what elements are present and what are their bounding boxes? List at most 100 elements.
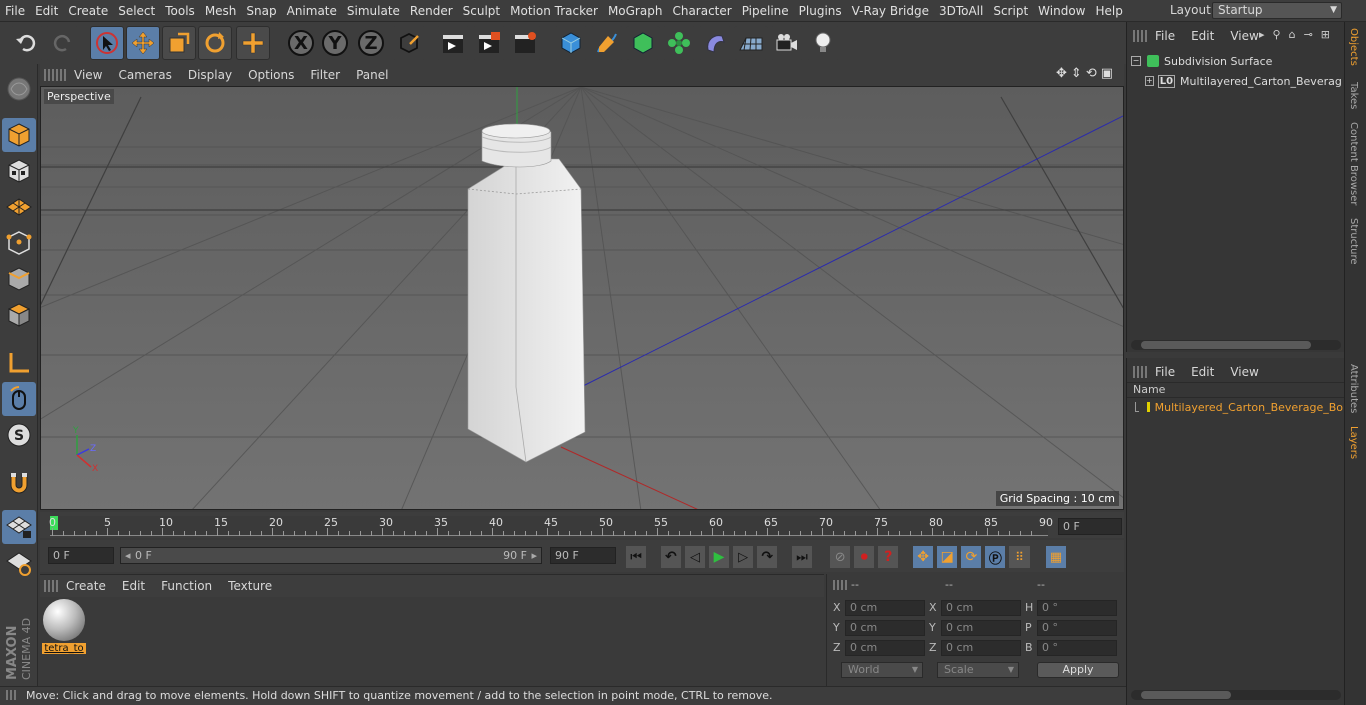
coord-value-field[interactable]: 0 cm — [941, 620, 1021, 636]
key-point-level-button[interactable]: ⠿ — [1009, 546, 1030, 568]
arrow-right-icon[interactable]: ▸ — [1259, 28, 1265, 41]
record-keys-button[interactable]: ⊘ — [830, 546, 851, 568]
material-menu-function[interactable]: Function — [153, 579, 220, 593]
menu-item-mograph[interactable]: MoGraph — [603, 4, 668, 18]
object-row-carton[interactable]: + L0 Multilayered_Carton_Beverage_B — [1145, 72, 1341, 90]
object-horizontal-scrollbar[interactable] — [1131, 340, 1341, 350]
render-settings-button[interactable] — [508, 26, 542, 60]
key-parameter-button[interactable]: Ⓟ — [985, 546, 1006, 568]
menu-item-tools[interactable]: Tools — [160, 4, 200, 18]
x-axis-lock-button[interactable]: X — [284, 26, 318, 60]
coord-value-field[interactable]: 0 ° — [1037, 600, 1117, 616]
maximize-icon[interactable]: ▣ — [1101, 66, 1113, 84]
object-row-subdivision[interactable]: − Subdivision Surface — [1131, 52, 1341, 70]
menu-item-character[interactable]: Character — [667, 4, 736, 18]
y-axis-lock-button[interactable]: Y — [318, 26, 352, 60]
rotate-tool-button[interactable] — [198, 26, 232, 60]
camera-button[interactable] — [770, 26, 804, 60]
menu-item-select[interactable]: Select — [113, 4, 160, 18]
menu-item-plugins[interactable]: Plugins — [794, 4, 847, 18]
layer-horizontal-scrollbar[interactable] — [1131, 690, 1341, 700]
menu-item-window[interactable]: Window — [1033, 4, 1090, 18]
edges-mode-button[interactable] — [2, 262, 36, 296]
viewport-menu-cameras[interactable]: Cameras — [110, 68, 179, 82]
timeline-window-button[interactable]: ▦ — [1045, 546, 1067, 568]
orbit-icon[interactable]: ⟲ — [1086, 66, 1097, 84]
polygons-mode-button[interactable] — [2, 298, 36, 332]
search-icon[interactable]: ⚲ — [1273, 28, 1281, 41]
side-tab-structure[interactable]: Structure — [1348, 218, 1359, 265]
coord-mode-select[interactable]: World ▼ — [841, 662, 923, 678]
z-axis-lock-button[interactable]: Z — [354, 26, 388, 60]
material-menu-edit[interactable]: Edit — [114, 579, 153, 593]
locked-workplane-button[interactable] — [2, 510, 36, 544]
points-mode-button[interactable] — [2, 226, 36, 260]
menu-item-edit[interactable]: Edit — [30, 4, 63, 18]
menu-item-3dtoall[interactable]: 3DToAll — [934, 4, 988, 18]
coord-value-field[interactable]: 0 cm — [845, 620, 925, 636]
layer-color-swatch[interactable] — [1146, 402, 1150, 412]
coord-value-field[interactable]: 0 cm — [941, 640, 1021, 656]
expand-icon[interactable]: ⊞ — [1321, 28, 1330, 41]
next-key-button[interactable]: ↷ — [757, 546, 778, 568]
end-frame-field[interactable]: 90 F — [550, 547, 616, 564]
menu-item-help[interactable]: Help — [1090, 4, 1127, 18]
side-tab-takes[interactable]: Takes — [1348, 82, 1359, 109]
home-icon[interactable]: ⌂ — [1289, 28, 1296, 41]
dolly-icon[interactable]: ⇕ — [1071, 66, 1082, 84]
key-rotation-button[interactable]: ⟳ — [961, 546, 982, 568]
menu-item-create[interactable]: Create — [63, 4, 113, 18]
objects-menu-edit[interactable]: Edit — [1183, 29, 1222, 43]
previous-key-button[interactable]: ↶ — [660, 546, 681, 568]
auto-keying-button[interactable]: ⏺ — [854, 546, 875, 568]
timeline-ruler[interactable]: 0 5 10 15 20 25 30 35 40 45 50 55 60 65 70 75 80 85 90 0 F — [40, 512, 1124, 538]
live-selection-button[interactable] — [90, 26, 124, 60]
material-swatch[interactable]: tetra_to — [42, 599, 86, 657]
side-tab-attributes[interactable]: Attributes — [1348, 364, 1359, 413]
go-to-start-button[interactable]: ⏮ — [626, 546, 647, 568]
menu-item-file[interactable]: File — [0, 4, 30, 18]
move-tool-button[interactable] — [126, 26, 160, 60]
frame-range-slider[interactable]: ◂ 0 F 90 F ▸ — [120, 547, 542, 564]
texture-mode-button[interactable] — [2, 154, 36, 188]
current-frame-field[interactable]: 0 F — [1058, 518, 1122, 535]
material-menu-create[interactable]: Create — [58, 579, 114, 593]
cloner-button[interactable] — [662, 26, 696, 60]
viewport-menu-filter[interactable]: Filter — [302, 68, 348, 82]
keyframe-selection-button[interactable]: ? — [878, 546, 899, 568]
deformer-button[interactable] — [698, 26, 732, 60]
pan-icon[interactable]: ✥ — [1056, 66, 1067, 84]
link-icon[interactable]: ⊸ — [1304, 28, 1313, 41]
scale-tool-button[interactable] — [162, 26, 196, 60]
start-frame-field[interactable]: 0 F — [48, 547, 114, 564]
coordinate-system-button[interactable] — [392, 26, 426, 60]
previous-frame-button[interactable]: ◁ — [684, 546, 705, 568]
redo-button[interactable] — [45, 26, 79, 60]
planar-workplane-button[interactable] — [2, 546, 36, 580]
menu-item-sculpt[interactable]: Sculpt — [458, 4, 505, 18]
coord-value-field[interactable]: 0 cm — [845, 640, 925, 656]
viewport-menu-options[interactable]: Options — [240, 68, 302, 82]
light-button[interactable] — [806, 26, 840, 60]
recent-tool-button[interactable] — [236, 26, 270, 60]
scrollbar-thumb[interactable] — [1141, 341, 1311, 349]
viewport-menu-view[interactable]: View — [66, 68, 110, 82]
collapse-toggle-icon[interactable]: − — [1131, 56, 1141, 66]
perspective-viewport[interactable]: Y Z X Perspective Grid Spacing : 10 cm — [40, 86, 1124, 510]
coord-value-field[interactable]: 0 cm — [941, 600, 1021, 616]
make-editable-button[interactable] — [2, 72, 36, 106]
snap-button[interactable] — [2, 466, 36, 500]
menu-item-motion-tracker[interactable]: Motion Tracker — [505, 4, 603, 18]
undo-button[interactable] — [10, 26, 44, 60]
subdivision-surface-button[interactable] — [626, 26, 660, 60]
spline-pen-button[interactable] — [590, 26, 624, 60]
solo-mode-button[interactable]: S — [2, 418, 36, 452]
layers-menu-edit[interactable]: Edit — [1183, 365, 1222, 379]
coord-value-field[interactable]: 0 cm — [845, 600, 925, 616]
menu-item-animate[interactable]: Animate — [282, 4, 342, 18]
menu-item-simulate[interactable]: Simulate — [342, 4, 405, 18]
menu-item-pipeline[interactable]: Pipeline — [737, 4, 794, 18]
play-button[interactable]: ▶ — [708, 546, 730, 568]
workplane-mode-button[interactable] — [2, 190, 36, 224]
axis-mode-button[interactable] — [2, 346, 36, 380]
